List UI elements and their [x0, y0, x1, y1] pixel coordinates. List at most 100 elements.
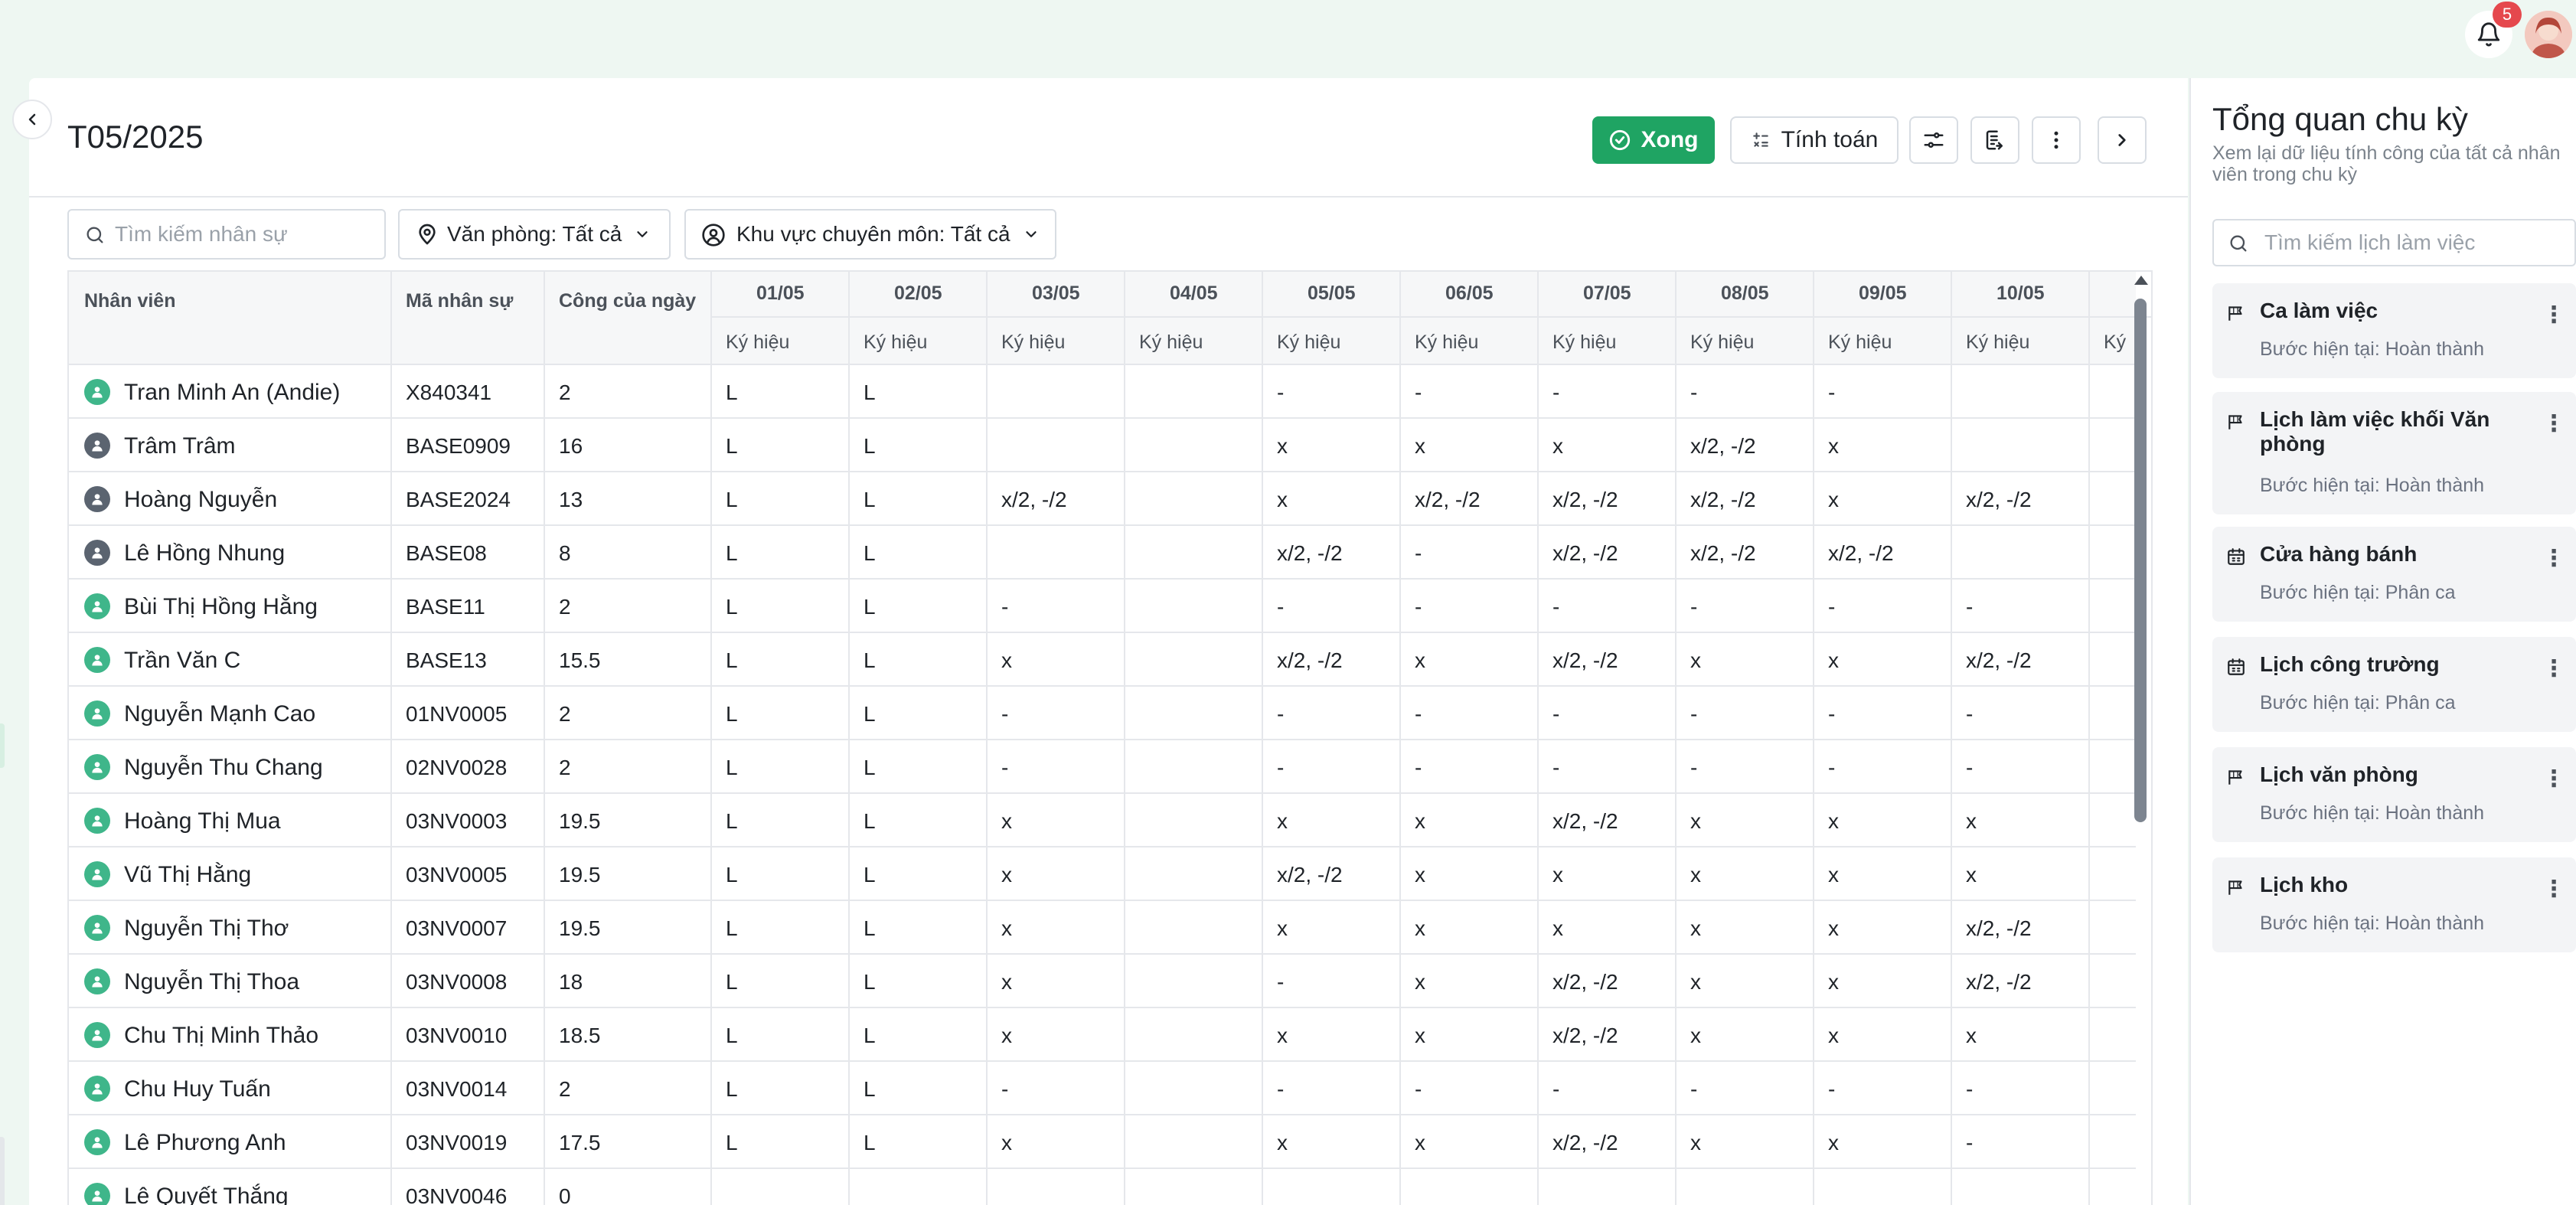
employee-name[interactable]: Bùi Thị Hồng Hằng — [124, 594, 318, 620]
attendance-cell[interactable]: L — [864, 702, 876, 727]
attendance-cell[interactable]: x — [1828, 1024, 1839, 1048]
more-vertical-icon[interactable]: ⋮ — [2542, 655, 2565, 682]
table-row[interactable]: Lê Hồng Nhung BASE08 8 L Lx/2, -/2 - x/2, -/2 x… — [69, 526, 2136, 580]
employee-name[interactable]: Chu Thị Minh Thảo — [124, 1023, 318, 1049]
attendance-cell[interactable]: - — [1415, 541, 1422, 566]
schedule-card[interactable]: Lịch kho Bước hiện tại: Hoàn thành ⋮ — [2212, 857, 2576, 952]
table-row[interactable]: Nguyễn Thị Thơ 03NV0007 19.5 L Lx x x x x x x/2, -… — [69, 901, 2136, 955]
attendance-cell[interactable]: L — [864, 488, 876, 512]
attendance-cell[interactable]: - — [1966, 702, 1973, 727]
attendance-cell[interactable]: - — [1552, 380, 1559, 405]
attendance-cell[interactable]: L — [726, 1077, 738, 1102]
attendance-cell[interactable]: x — [1966, 863, 1977, 887]
attendance-cell[interactable]: x — [1828, 488, 1839, 512]
attendance-cell[interactable]: - — [1552, 1077, 1559, 1102]
attendance-cell[interactable]: x/2, -/2 — [1966, 916, 2032, 941]
schedule-search-input[interactable]: Tìm kiếm lịch làm việc — [2212, 219, 2576, 266]
attendance-cell[interactable]: - — [1001, 756, 1008, 780]
attendance-cell[interactable]: L — [726, 970, 738, 994]
attendance-cell[interactable]: - — [1001, 702, 1008, 727]
attendance-cell[interactable]: L — [864, 970, 876, 994]
area-filter-dropdown[interactable]: Khu vực chuyên môn: Tất cả — [684, 209, 1056, 260]
attendance-cell[interactable]: x/2, -/2 — [1690, 488, 1756, 512]
attendance-cell[interactable]: x — [1415, 863, 1425, 887]
attendance-cell[interactable]: x — [1277, 809, 1288, 834]
attendance-cell[interactable]: - — [1690, 380, 1697, 405]
attendance-cell[interactable]: L — [726, 1131, 738, 1155]
attendance-cell[interactable]: x — [1001, 1024, 1012, 1048]
employee-name[interactable]: Vũ Thị Hằng — [124, 862, 251, 888]
attendance-cell[interactable]: x — [1277, 488, 1288, 512]
employee-name[interactable]: Trần Văn C — [124, 648, 240, 674]
attendance-cell[interactable]: L — [726, 595, 738, 619]
attendance-cell[interactable]: - — [1415, 595, 1422, 619]
attendance-cell[interactable]: L — [726, 380, 738, 405]
scroll-up-arrow[interactable] — [2134, 276, 2148, 285]
attendance-cell[interactable]: - — [1001, 1077, 1008, 1102]
attendance-cell[interactable]: - — [1828, 702, 1835, 727]
table-row[interactable]: Hoàng Nguyễn BASE2024 13 L Lx/2, -/2 x x/2, -/… — [69, 472, 2136, 526]
attendance-cell[interactable]: x — [1277, 916, 1288, 941]
attendance-cell[interactable]: - — [1690, 595, 1697, 619]
attendance-cell[interactable]: L — [726, 541, 738, 566]
attendance-cell[interactable]: x/2, -/2 — [1966, 648, 2032, 673]
table-row[interactable]: Nguyễn Thị Thoa 03NV0008 18 L Lx - x x/2, -/2 x x… — [69, 955, 2136, 1008]
schedule-card[interactable]: Lịch công trường Bước hiện tại: Phân ca ⋮ — [2212, 637, 2576, 732]
employee-name[interactable]: Tran Minh An (Andie) — [124, 380, 340, 406]
attendance-cell[interactable]: x/2, -/2 — [1277, 541, 1343, 566]
attendance-cell[interactable]: x/2, -/2 — [1690, 434, 1756, 459]
attendance-cell[interactable]: x — [1415, 434, 1425, 459]
attendance-cell[interactable]: L — [864, 380, 876, 405]
employee-name[interactable]: Lê Quyết Thắng — [124, 1184, 289, 1205]
more-vertical-icon[interactable]: ⋮ — [2542, 876, 2565, 903]
attendance-cell[interactable]: x — [1828, 434, 1839, 459]
attendance-cell[interactable]: x — [1001, 970, 1012, 994]
attendance-cell[interactable]: x — [1828, 809, 1839, 834]
attendance-cell[interactable]: - — [1828, 380, 1835, 405]
attendance-cell[interactable]: x — [1277, 1024, 1288, 1048]
attendance-cell[interactable]: x/2, -/2 — [1415, 488, 1481, 512]
attendance-cell[interactable]: - — [1552, 595, 1559, 619]
attendance-cell[interactable]: x — [1552, 434, 1563, 459]
attendance-cell[interactable]: x — [1966, 809, 1977, 834]
attendance-cell[interactable]: L — [864, 648, 876, 673]
attendance-cell[interactable]: L — [726, 648, 738, 673]
attendance-cell[interactable]: L — [864, 756, 876, 780]
employee-name[interactable]: Hoàng Nguyễn — [124, 487, 277, 513]
attendance-cell[interactable]: x/2, -/2 — [1277, 863, 1343, 887]
user-avatar[interactable] — [2525, 11, 2572, 58]
schedule-card[interactable]: Cửa hàng bánh Bước hiện tại: Phân ca ⋮ — [2212, 527, 2576, 622]
attendance-cell[interactable]: L — [864, 595, 876, 619]
attendance-cell[interactable]: x — [1001, 809, 1012, 834]
done-button[interactable]: Xong — [1592, 116, 1715, 164]
attendance-cell[interactable]: L — [864, 809, 876, 834]
schedule-card[interactable]: Lịch làm việc khối Văn phòng Bước hiện tạ… — [2212, 392, 2576, 514]
attendance-cell[interactable]: x — [1690, 970, 1701, 994]
attendance-cell[interactable]: - — [1277, 756, 1284, 780]
attendance-cell[interactable]: x — [1828, 916, 1839, 941]
attendance-cell[interactable]: x — [1001, 648, 1012, 673]
employee-name[interactable]: Nguyễn Thu Chang — [124, 755, 323, 781]
table-row[interactable]: Lê Phương Anh 03NV0019 17.5 L Lx x x x/2, -/2 x x… — [69, 1115, 2136, 1169]
attendance-cell[interactable]: x — [1277, 434, 1288, 459]
table-row[interactable]: Chu Thị Minh Thảo 03NV0010 18.5 L Lx x x x/2, -… — [69, 1008, 2136, 1062]
attendance-cell[interactable]: x — [1415, 1024, 1425, 1048]
attendance-cell[interactable]: - — [1828, 1077, 1835, 1102]
attendance-cell[interactable]: x — [1690, 863, 1701, 887]
attendance-cell[interactable]: - — [1552, 702, 1559, 727]
scrollbar-thumb[interactable] — [2134, 299, 2147, 822]
export-button[interactable] — [1970, 116, 2019, 164]
attendance-cell[interactable]: L — [726, 488, 738, 512]
attendance-cell[interactable]: x/2, -/2 — [1828, 541, 1894, 566]
attendance-cell[interactable]: - — [1415, 702, 1422, 727]
table-row[interactable]: Hoàng Thị Mua 03NV0003 19.5 L Lx x x x/2, -/2 x x… — [69, 794, 2136, 847]
attendance-cell[interactable]: x — [1277, 1131, 1288, 1155]
attendance-cell[interactable]: L — [864, 916, 876, 941]
attendance-cell[interactable]: - — [1277, 1077, 1284, 1102]
attendance-cell[interactable]: x — [1415, 970, 1425, 994]
attendance-cell[interactable]: x/2, -/2 — [1277, 648, 1343, 673]
attendance-cell[interactable]: x/2, -/2 — [1552, 809, 1618, 834]
attendance-cell[interactable]: - — [1277, 702, 1284, 727]
attendance-cell[interactable]: - — [1001, 595, 1008, 619]
office-filter-dropdown[interactable]: Văn phòng: Tất cả — [398, 209, 671, 260]
